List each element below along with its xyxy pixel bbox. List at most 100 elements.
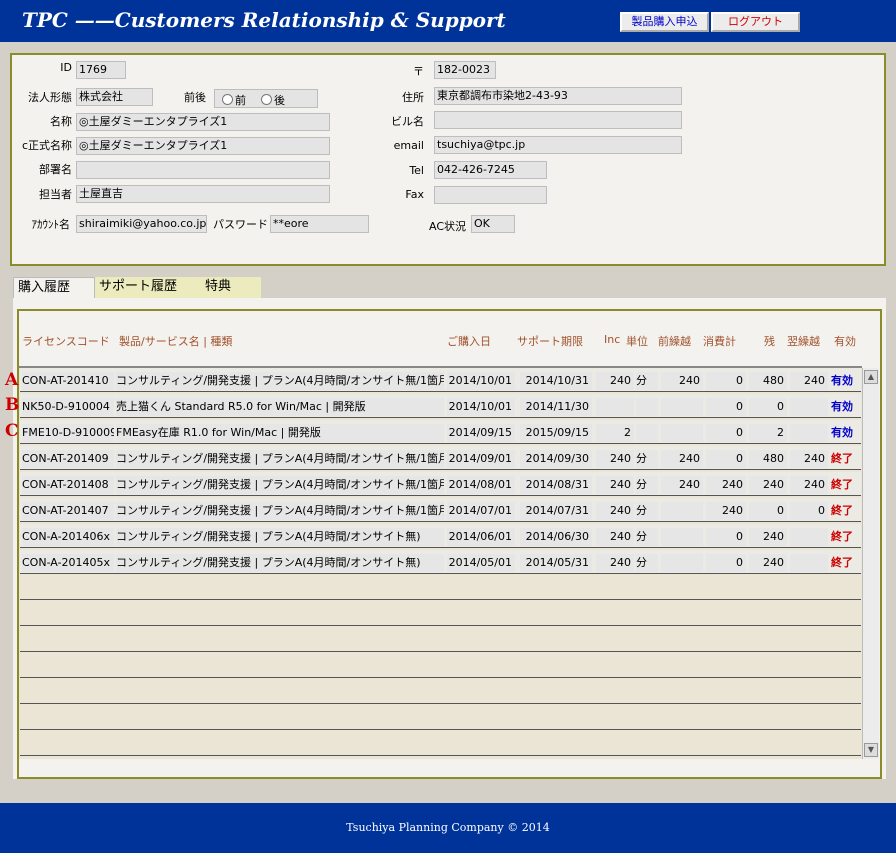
cell-unit [636, 424, 658, 442]
cell-next-carryover: 0 [790, 502, 828, 520]
prefix-radio-before[interactable]: 前 [222, 92, 246, 108]
cell-inc: 240 [596, 528, 634, 546]
official-name-label: c正式名称 [21, 139, 72, 152]
prefix-radio-after[interactable]: 後 [261, 92, 285, 108]
cell-support-end: 2015/09/15 [520, 424, 592, 442]
corp-type-field[interactable]: 株式会社 [76, 88, 153, 106]
cell-purchase-date: 2014/09/01 [447, 450, 515, 468]
ac-status-field[interactable]: OK [471, 215, 515, 233]
row-marker-b: B [5, 395, 20, 415]
cell-product: FMEasy在庫 R1.0 for Win/Mac | 開発版 [116, 424, 444, 442]
cell-next-carryover [790, 554, 828, 572]
fax-label: Fax [405, 188, 424, 201]
radio-label-before: 前 [235, 94, 246, 107]
cell-inc: 240 [596, 554, 634, 572]
cell-prev-carryover [661, 502, 703, 520]
product-purchase-button[interactable]: 製品購入申込 [620, 12, 709, 32]
account-name-field[interactable]: shiraimiki@yahoo.co.jp [76, 215, 207, 233]
cell-remaining: 480 [749, 450, 787, 468]
cell-used-total: 0 [706, 398, 746, 416]
footer-copyright: Tsuchiya Planning Company © 2014 [346, 821, 550, 834]
header-support-end: サポート期限 [517, 335, 583, 348]
cell-next-carryover: 240 [790, 372, 828, 390]
row-marker-c: C [5, 421, 19, 441]
header-used-total: 消費計 [703, 335, 736, 348]
cell-prev-carryover: 240 [661, 476, 703, 494]
radio-circle-icon [222, 94, 233, 105]
official-name-field[interactable]: ◎土屋ダミーエンタプライズ1 [76, 137, 330, 155]
cell-license-code: CON-AT-201407 [22, 502, 114, 520]
zip-field[interactable]: 182-0023 [434, 61, 496, 79]
prefix-position-label: 前後 [184, 91, 206, 104]
header-prev-carryover: 前繰越 [658, 335, 691, 348]
cell-remaining: 240 [749, 528, 787, 546]
cell-used-total: 0 [706, 372, 746, 390]
header-next-carryover: 翌繰越 [787, 335, 820, 348]
cell-unit: 分 [636, 554, 658, 572]
cell-purchase-date: 2014/08/01 [447, 476, 515, 494]
password-field[interactable]: **eore [270, 215, 369, 233]
cell-next-carryover [790, 528, 828, 546]
cell-status: 終了 [831, 478, 853, 491]
cell-unit: 分 [636, 502, 658, 520]
table-row [20, 628, 861, 652]
cell-product: コンサルティング/開発支援 | プランA(4月時間/オンサイト無) [116, 554, 444, 572]
cell-status: 有効 [831, 426, 853, 439]
cell-prev-carryover [661, 398, 703, 416]
cell-inc: 240 [596, 476, 634, 494]
ac-status-label: AC状況 [428, 220, 466, 233]
header-remaining: 残 [764, 335, 775, 348]
cell-unit: 分 [636, 476, 658, 494]
tel-field[interactable]: 042-426-7245 [434, 161, 547, 179]
cell-used-total: 240 [706, 502, 746, 520]
id-field[interactable]: 1769 [76, 61, 126, 79]
table-row [20, 602, 861, 626]
cell-remaining: 2 [749, 424, 787, 442]
fax-field[interactable] [434, 186, 547, 204]
cell-inc: 240 [596, 372, 634, 390]
department-field[interactable] [76, 161, 330, 179]
cell-license-code: NK50-D-910004 [22, 398, 114, 416]
building-field[interactable] [434, 111, 682, 129]
cell-unit [636, 398, 658, 416]
cell-prev-carryover [661, 528, 703, 546]
tab-benefits[interactable]: 特典 [177, 277, 261, 298]
tab-purchase-history[interactable]: 購入履歴 [13, 277, 95, 300]
address-field[interactable]: 東京都調布市染地2-43-93 [434, 87, 682, 105]
table-row [20, 654, 861, 678]
header-unit: 単位 [626, 335, 648, 348]
cell-purchase-date: 2014/07/01 [447, 502, 515, 520]
app-header: TPC ——Customers Relationship & Support 製… [0, 0, 896, 42]
cell-inc: 2 [596, 424, 634, 442]
id-label: ID [60, 61, 72, 74]
cell-status: 有効 [831, 400, 853, 413]
cell-support-end: 2014/05/31 [520, 554, 592, 572]
logout-button[interactable]: ログアウト [711, 12, 800, 32]
cell-status: 終了 [831, 556, 853, 569]
header-license-code: ライセンスコード [22, 335, 110, 348]
header-product: 製品/サービス名 | 種類 [119, 335, 233, 348]
cell-next-carryover [790, 424, 828, 442]
contact-person-field[interactable]: 土屋直吉 [76, 185, 330, 203]
cell-purchase-date: 2014/10/01 [447, 372, 515, 390]
building-label: ビル名 [391, 115, 424, 128]
cell-remaining: 0 [749, 502, 787, 520]
cell-license-code: CON-A-201406x [22, 528, 114, 546]
tab-support-history[interactable]: サポート履歴 [95, 277, 177, 298]
scroll-down-icon[interactable]: ▼ [864, 743, 878, 757]
zip-label: 〒 [413, 65, 424, 78]
name-field[interactable]: ◎土屋ダミーエンタプライズ1 [76, 113, 330, 131]
cell-support-end: 2014/10/31 [520, 372, 592, 390]
cell-used-total: 0 [706, 554, 746, 572]
header-inc: Inc [604, 333, 621, 346]
cell-prev-carryover: 240 [661, 450, 703, 468]
corp-type-label: 法人形態 [28, 91, 72, 104]
account-name-label: ｱｶｳﾝﾄ名 [31, 218, 71, 231]
name-label: 名称 [50, 115, 72, 128]
list-scrollbar[interactable]: ▲ ▼ [862, 368, 879, 759]
cell-prev-carryover [661, 424, 703, 442]
scroll-up-icon[interactable]: ▲ [864, 370, 878, 384]
email-field[interactable]: tsuchiya@tpc.jp [434, 136, 682, 154]
footer: Tsuchiya Planning Company © 2014 [0, 803, 896, 853]
app-title: TPC ——Customers Relationship & Support [22, 8, 506, 32]
